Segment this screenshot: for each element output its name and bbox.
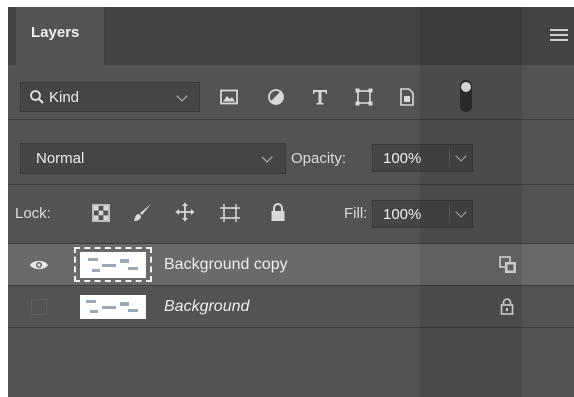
- layers-panel: Layers Kind Normal Opacity: 100% Lock: F…: [8, 7, 574, 397]
- fill-value: 100%: [383, 206, 422, 223]
- lock-row: Lock: Fill: 100%: [8, 185, 574, 240]
- layer-name[interactable]: Background copy: [164, 256, 288, 274]
- lock-artboard-icon[interactable]: [219, 203, 241, 223]
- layer-row-background[interactable]: Background: [8, 286, 574, 327]
- chevron-down-icon[interactable]: [455, 150, 467, 162]
- blend-mode-dropdown[interactable]: Normal: [20, 143, 286, 174]
- lock-all-icon[interactable]: [270, 202, 286, 222]
- opacity-value: 100%: [383, 150, 422, 167]
- chevron-down-icon[interactable]: [455, 206, 467, 218]
- visibility-toggle[interactable]: [31, 299, 47, 315]
- kind-filter-label: Kind: [49, 89, 80, 106]
- blend-row: Normal Opacity: 100%: [8, 120, 574, 174]
- search-icon: [30, 90, 44, 104]
- chevron-down-icon: [176, 90, 188, 102]
- lock-transparent-pixels-icon[interactable]: [92, 204, 110, 222]
- layer-name[interactable]: Background: [164, 298, 249, 316]
- layer-thumbnail[interactable]: [80, 295, 146, 319]
- tab-layers[interactable]: Layers: [16, 7, 105, 65]
- kind-filter-dropdown[interactable]: Kind: [20, 82, 200, 112]
- tab-layers-label: Layers: [31, 24, 80, 41]
- divider: [8, 327, 574, 328]
- opacity-label: Opacity:: [291, 150, 347, 167]
- adjustment-filter-icon[interactable]: [267, 88, 285, 106]
- filter-row: Kind: [8, 65, 574, 119]
- hamburger-menu-icon[interactable]: [550, 29, 568, 42]
- layer-thumbnail[interactable]: [80, 252, 146, 278]
- lock-position-icon[interactable]: [175, 202, 195, 222]
- chevron-down-icon: [261, 151, 273, 163]
- image-filter-icon[interactable]: [220, 89, 238, 105]
- blend-mode-label: Normal: [36, 150, 85, 167]
- lock-icon[interactable]: [500, 297, 514, 315]
- lock-image-pixels-icon[interactable]: [131, 202, 153, 224]
- filter-toggle-icon[interactable]: [459, 79, 473, 113]
- smart-object-badge-icon: [499, 256, 516, 273]
- type-filter-icon[interactable]: [311, 88, 329, 106]
- smart-object-filter-icon[interactable]: [398, 87, 416, 107]
- fill-label: Fill:: [344, 205, 368, 222]
- fill-field[interactable]: 100%: [372, 200, 473, 228]
- lock-label: Lock:: [15, 205, 51, 222]
- shape-filter-icon[interactable]: [354, 87, 374, 107]
- opacity-field[interactable]: 100%: [372, 144, 473, 172]
- eye-icon[interactable]: [29, 258, 49, 272]
- panel-header: Layers: [8, 7, 574, 65]
- layer-row-background-copy[interactable]: Background copy: [8, 244, 574, 285]
